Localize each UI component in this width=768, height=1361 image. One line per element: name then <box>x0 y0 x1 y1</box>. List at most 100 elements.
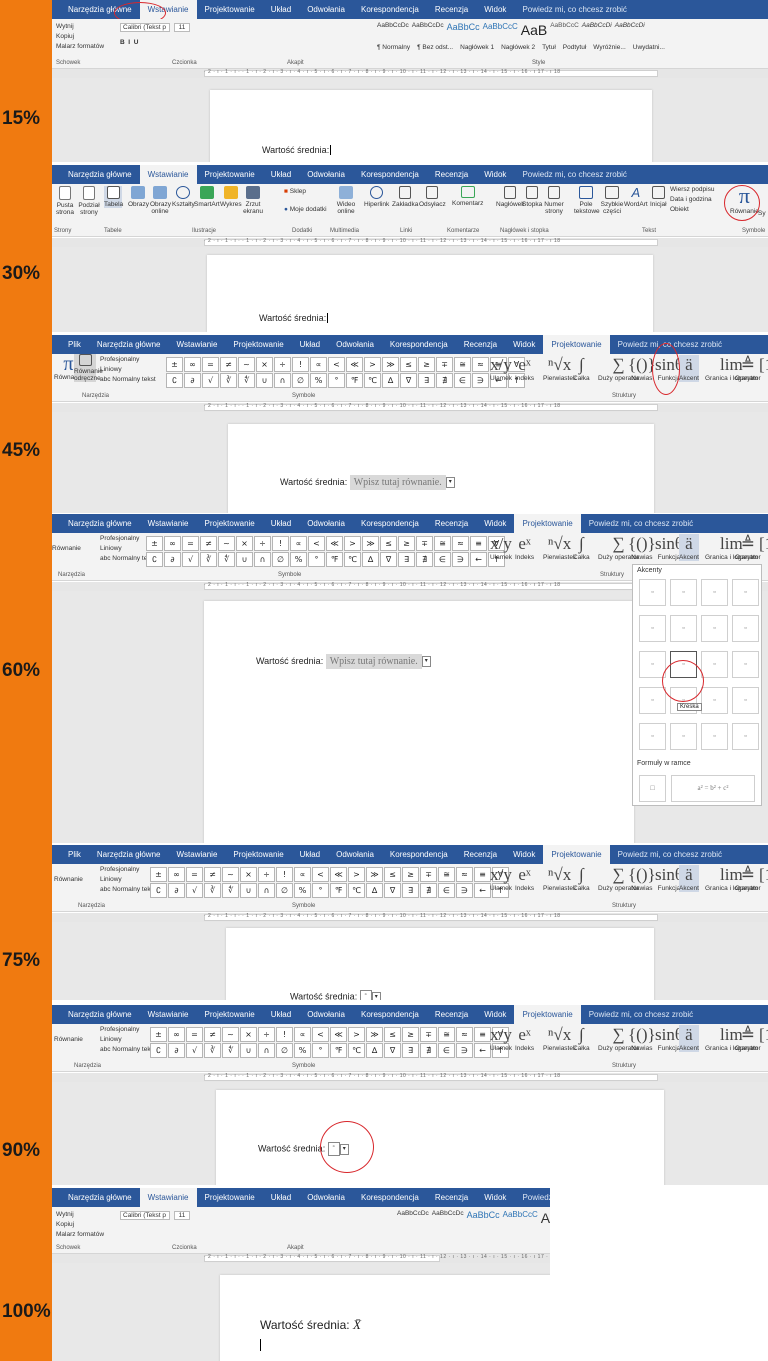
structure-button[interactable]: eˣ Indeks <box>515 355 534 382</box>
symbol-button[interactable]: ≥ <box>398 536 415 551</box>
tab-insert[interactable]: Wstawianie <box>140 519 197 528</box>
accent-option[interactable]: ▫ <box>701 687 728 714</box>
symbol-button[interactable]: ∅ <box>276 1043 293 1058</box>
doc-text[interactable]: Wartość średnia: <box>262 145 334 155</box>
symbol-button[interactable]: < <box>308 536 325 551</box>
linear-button[interactable]: Liniowy <box>100 1036 122 1043</box>
symbol-button[interactable]: % <box>294 883 311 898</box>
structure-button[interactable]: x/y Ułamek <box>490 355 512 382</box>
symbol-button[interactable]: ℉ <box>326 552 343 567</box>
tell-me[interactable]: Powiedz mi, co chcesz zrobić <box>514 170 634 179</box>
tab-references[interactable]: Odwołania <box>299 5 353 14</box>
equation-placeholder[interactable]: Wpisz tutaj równanie. <box>349 475 446 490</box>
symbol-button[interactable]: % <box>294 1043 311 1058</box>
blank-page-button[interactable]: Pusta strona <box>54 186 76 216</box>
accent-option[interactable]: ▫ <box>670 723 697 750</box>
date-time-button[interactable]: Data i godzina <box>670 196 712 203</box>
tab-home[interactable]: Narzędzia główne <box>89 340 169 349</box>
symbol-button[interactable]: ← <box>474 1043 491 1058</box>
professional-button[interactable]: Profesjonalny <box>100 866 139 873</box>
document-page[interactable]: Wartość średnia: <box>207 255 653 332</box>
symbol-button[interactable]: ~ <box>222 867 239 882</box>
symbol-button[interactable]: ℃ <box>348 1043 365 1058</box>
tab-insert[interactable]: Wstawianie <box>139 1188 197 1207</box>
tab-insert[interactable]: Wstawianie <box>139 165 197 184</box>
structure-button[interactable]: ⁿ√x Pierwiastek <box>543 1025 576 1052</box>
symbol-button[interactable]: ∄ <box>420 883 437 898</box>
tell-me[interactable]: Powiedz mi, co chcesz zrobić <box>581 519 701 528</box>
symbol-button[interactable]: ≠ <box>220 357 237 372</box>
page-number-button[interactable]: Numer strony <box>544 186 564 215</box>
symbol-button[interactable]: ℉ <box>330 883 347 898</box>
tab-review[interactable]: Recenzja <box>427 170 476 179</box>
symbol-button[interactable]: ∇ <box>380 552 397 567</box>
symbol-button[interactable]: > <box>364 357 381 372</box>
tab-references[interactable]: Odwołania <box>328 340 382 349</box>
symbol-button[interactable]: > <box>348 867 365 882</box>
tab-layout[interactable]: Układ <box>263 1193 299 1202</box>
symbol-button[interactable]: ∋ <box>452 552 469 567</box>
symbol-button[interactable]: ≤ <box>380 536 397 551</box>
structure-button[interactable]: ∫ Całka <box>573 865 590 892</box>
tab-equation-design[interactable]: Projektowanie <box>543 335 610 354</box>
structure-button[interactable]: ⁿ√x Pierwiastek <box>543 865 576 892</box>
cross-reference-button[interactable]: Odsyłacz <box>419 186 446 208</box>
symbol-button[interactable]: ∓ <box>420 1027 437 1042</box>
professional-button[interactable]: Profesjonalny <box>100 535 139 542</box>
accent-option[interactable]: ▫ <box>639 579 666 606</box>
equation-button[interactable]: Równanie <box>52 545 81 552</box>
symbol-button[interactable]: ∛ <box>204 1043 221 1058</box>
online-pictures-button[interactable]: Obrazy online <box>150 186 171 215</box>
symbol-button[interactable]: ≡ <box>474 1027 491 1042</box>
symbol-button[interactable]: ° <box>308 552 325 567</box>
symbol-button[interactable]: ∂ <box>184 373 201 388</box>
cut-button[interactable]: Wytnij <box>56 23 74 30</box>
tab-equation-design[interactable]: Projektowanie <box>514 1005 581 1024</box>
symbol-button[interactable]: < <box>328 357 345 372</box>
symbol-button[interactable]: ∁ <box>150 1043 167 1058</box>
symbol-button[interactable]: ∂ <box>168 1043 185 1058</box>
symbol-button[interactable]: ! <box>276 867 293 882</box>
symbol-button[interactable]: % <box>310 373 327 388</box>
structure-button[interactable]: [10 01]Macierz <box>759 1025 768 1052</box>
symbol-button[interactable]: > <box>344 536 361 551</box>
tab-design[interactable]: Projektowanie <box>225 850 291 859</box>
accent-option[interactable]: ▫ <box>639 687 666 714</box>
accent-option[interactable]: ▫ <box>732 579 759 606</box>
tab-file[interactable]: Plik <box>60 850 89 859</box>
symbol-button[interactable]: ° <box>312 883 329 898</box>
symbol-button[interactable]: × <box>240 1027 257 1042</box>
quick-parts-button[interactable]: Szybkie części <box>600 186 624 215</box>
structure-button[interactable]: [10 01]Macierz <box>759 355 768 382</box>
symbol-button[interactable]: ~ <box>222 1027 239 1042</box>
tab-references[interactable]: Odwołania <box>299 170 353 179</box>
boxed-formula-pythagoras[interactable]: a² = b² + c² <box>671 775 755 802</box>
tab-view[interactable]: Widok <box>476 170 514 179</box>
tab-view[interactable]: Widok <box>505 850 543 859</box>
tab-view[interactable]: Widok <box>476 1010 514 1019</box>
doc-text[interactable]: Wartość średnia: <box>259 313 331 323</box>
tab-design[interactable]: Projektowanie <box>197 1193 263 1202</box>
structure-button[interactable]: eˣ Indeks <box>515 1025 534 1052</box>
tab-design[interactable]: Projektowanie <box>197 5 263 14</box>
symbol-button[interactable]: ~ <box>218 536 235 551</box>
symbol-button[interactable]: ± <box>166 357 183 372</box>
structure-button[interactable]: ä Akcent <box>679 355 699 382</box>
structure-button[interactable]: {()} Nawias <box>628 534 656 561</box>
symbol-button[interactable]: √ <box>186 1043 203 1058</box>
online-video-button[interactable]: Wideo online <box>336 186 356 215</box>
header-button[interactable]: Nagłówek <box>496 186 525 208</box>
symbol-button[interactable]: ≈ <box>452 536 469 551</box>
tab-insert[interactable]: Wstawianie <box>140 1010 197 1019</box>
symbol-button[interactable]: ≅ <box>434 536 451 551</box>
symbol-button[interactable]: ≈ <box>456 1027 473 1042</box>
tab-mailings[interactable]: Korespondencja <box>353 170 427 179</box>
tab-view[interactable]: Widok <box>505 340 543 349</box>
symbol-button[interactable]: ∂ <box>168 883 185 898</box>
structure-button[interactable]: ⁿ√x Pierwiastek <box>543 534 576 561</box>
symbol-button[interactable]: ≅ <box>454 357 471 372</box>
structure-button[interactable]: ∫ Całka <box>573 355 590 382</box>
structure-button[interactable]: eˣ Indeks <box>515 865 534 892</box>
symbol-button[interactable]: ~ <box>238 357 255 372</box>
symbol-button[interactable]: ∅ <box>276 883 293 898</box>
